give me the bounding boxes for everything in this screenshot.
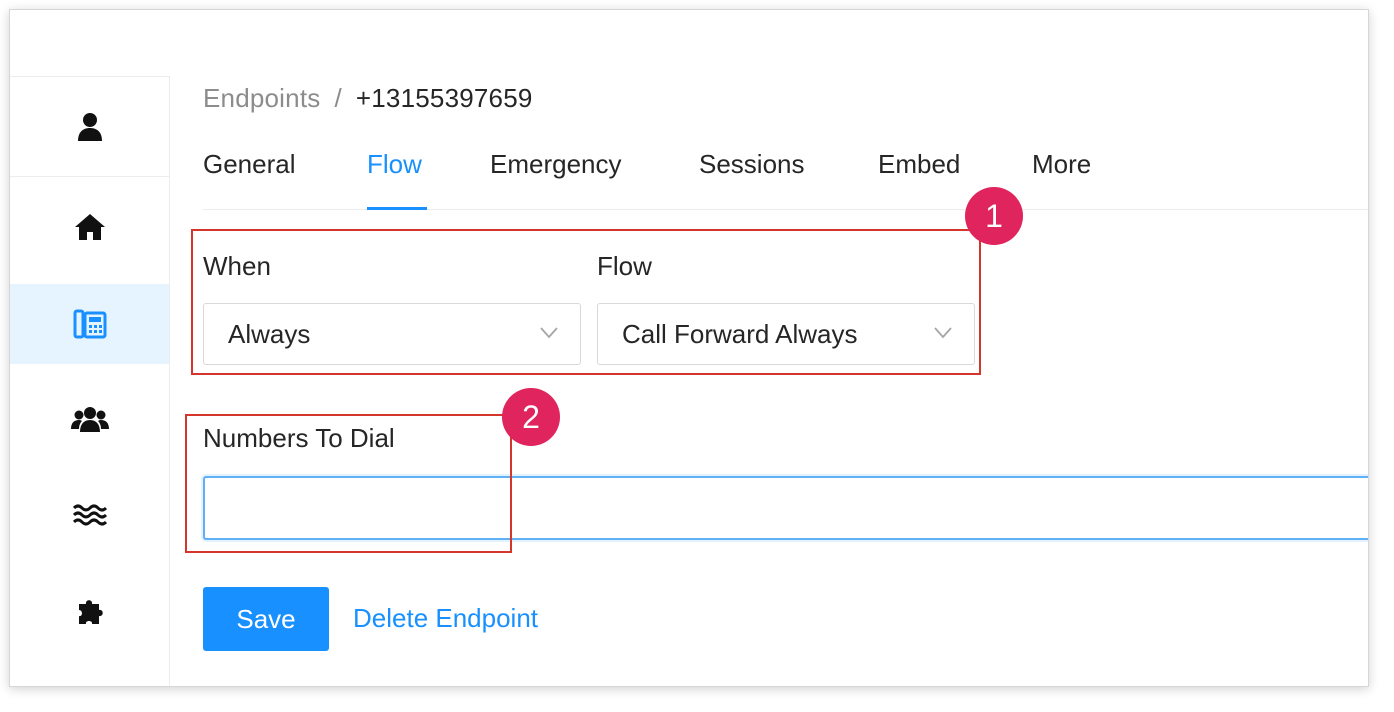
sidebar <box>10 76 170 686</box>
tab-embed[interactable]: Embed <box>878 148 960 180</box>
breadcrumb: Endpoints / +13155397659 <box>203 82 533 114</box>
breadcrumb-separator: / <box>334 83 342 113</box>
sidebar-item-users[interactable] <box>10 379 169 459</box>
tab-bar: General Flow Emergency Sessions Embed Mo… <box>203 140 1368 210</box>
user-icon <box>77 112 103 142</box>
breadcrumb-current: +13155397659 <box>355 83 533 113</box>
save-button[interactable]: Save <box>203 587 329 651</box>
annotation-box-2 <box>185 414 512 553</box>
sidebar-item-phone-system[interactable] <box>10 284 169 364</box>
delete-endpoint-link[interactable]: Delete Endpoint <box>353 602 538 634</box>
users-icon <box>70 405 109 433</box>
tab-flow[interactable]: Flow <box>367 148 422 180</box>
waves-icon <box>72 503 107 527</box>
tab-more[interactable]: More <box>1032 148 1091 180</box>
tab-sessions[interactable]: Sessions <box>699 148 805 180</box>
sidebar-item-waves[interactable] <box>10 475 169 555</box>
sidebar-item-profile[interactable] <box>10 77 169 177</box>
annotation-badge-2: 2 <box>502 388 560 446</box>
sidebar-item-integrations[interactable] <box>10 571 169 651</box>
home-icon <box>74 213 106 241</box>
breadcrumb-root-link[interactable]: Endpoints <box>203 83 320 113</box>
app-window: Endpoints / +13155397659 General Flow Emer… <box>9 9 1369 687</box>
annotation-box-1 <box>191 229 981 375</box>
phone-system-icon <box>73 309 107 339</box>
annotation-badge-1: 1 <box>965 187 1023 245</box>
puzzle-icon <box>75 596 105 626</box>
tab-emergency[interactable]: Emergency <box>490 148 622 180</box>
tab-general[interactable]: General <box>203 148 296 180</box>
active-tab-indicator <box>367 207 427 210</box>
sidebar-item-home[interactable] <box>10 187 169 267</box>
